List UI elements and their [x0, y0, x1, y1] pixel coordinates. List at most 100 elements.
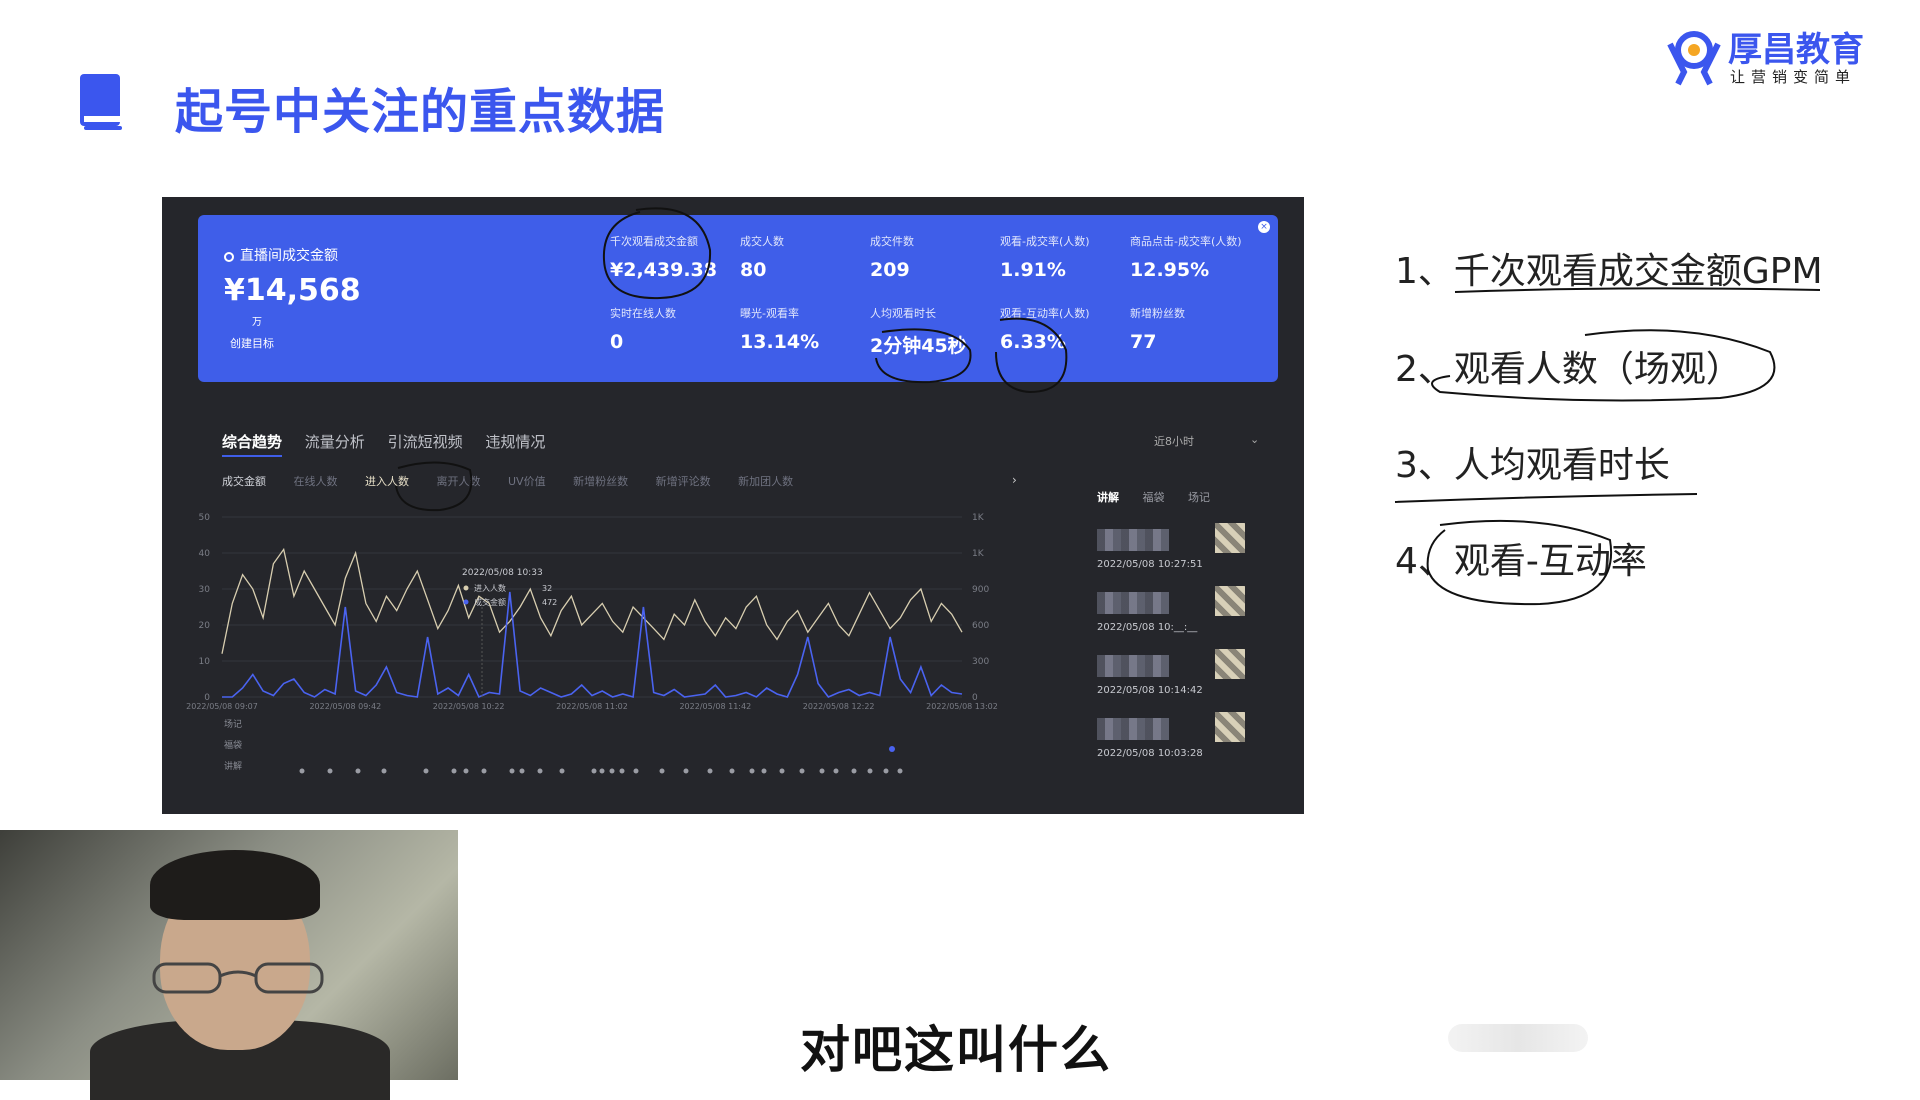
- tab-violations[interactable]: 违规情况: [485, 433, 545, 451]
- blurred-product-image: [1215, 586, 1245, 616]
- glasses-icon: [152, 962, 324, 994]
- event-dot: [327, 768, 333, 774]
- event-dot: [897, 768, 903, 774]
- note-item-1: 1、千次观看成交金额GPM: [1395, 251, 1823, 292]
- subtitle-caption: 对吧这叫什么: [800, 1021, 1112, 1079]
- metric-label: 实时在线人数: [610, 307, 676, 320]
- y-right-tick-label: 1K: [972, 549, 985, 559]
- blurred-product-image: [1215, 649, 1245, 679]
- event-row-label: 场记: [224, 719, 242, 730]
- side-tab-record[interactable]: 场记: [1188, 491, 1210, 504]
- x-tick-label: 2022/05/08 11:42: [679, 702, 751, 711]
- x-tick-label: 2022/05/08 11:02: [556, 702, 628, 711]
- metric-value: 77: [1130, 331, 1157, 353]
- metric-value: 13.14%: [740, 331, 820, 353]
- event-dot-lucky-bag: [889, 746, 895, 752]
- legend-item[interactable]: 成交金额: [222, 475, 266, 488]
- tooltip-dot: [463, 585, 469, 591]
- metric-gpm: 千次观看成交金额 ¥2,439.38: [610, 233, 717, 281]
- legend-item[interactable]: 新加团人数: [738, 475, 793, 488]
- gmv-unit: 万: [252, 317, 262, 328]
- y-right-tick-label: 900: [972, 585, 989, 595]
- event-dot: [481, 768, 487, 774]
- event-dot: [299, 768, 305, 774]
- legend-item[interactable]: 在线人数: [294, 475, 338, 488]
- blurred-thumbnail: [1097, 655, 1169, 677]
- tab-short-video[interactable]: 引流短视频: [388, 433, 463, 451]
- metric-label: 成交人数: [740, 235, 784, 248]
- side-list-item[interactable]: 2022/05/08 10:27:51: [1097, 523, 1297, 589]
- blurred-watermark: [1448, 1024, 1588, 1052]
- event-dot: [609, 768, 615, 774]
- event-dot: [761, 768, 767, 774]
- metric-online: 实时在线人数 0: [610, 305, 676, 353]
- event-dot: [591, 768, 597, 774]
- tooltip-label: 成交金额: [474, 597, 506, 607]
- metric-label: 成交件数: [870, 235, 914, 248]
- side-item-time: 2022/05/08 10:14:42: [1097, 685, 1203, 696]
- metric-value: 0: [610, 331, 624, 353]
- underline-watchtime: [1394, 493, 1698, 503]
- create-target-link[interactable]: 创建目标: [230, 335, 274, 351]
- gmv-label-text: 直播间成交金额: [240, 248, 338, 264]
- y-right-tick-label: 600: [972, 621, 989, 631]
- metric-value: 2分钟45秒: [870, 335, 967, 357]
- y-tick-label: 20: [199, 621, 211, 631]
- legend-item[interactable]: 进入人数: [365, 475, 409, 488]
- event-dot: [463, 768, 469, 774]
- event-dot: [599, 768, 605, 774]
- tooltip-dot: [463, 599, 469, 605]
- x-tick-label: 2022/05/08 09:42: [309, 702, 381, 711]
- event-row-label: 福袋: [224, 739, 242, 751]
- legend-item[interactable]: 离开人数: [437, 475, 481, 488]
- event-dot: [519, 768, 525, 774]
- tooltip-value: 32: [542, 584, 552, 593]
- event-dot: [729, 768, 735, 774]
- legend-item[interactable]: UV价值: [508, 475, 546, 488]
- legend-item[interactable]: 新增评论数: [656, 475, 711, 488]
- event-dot: [659, 768, 665, 774]
- metric-new-fans: 新增粉丝数 77: [1130, 305, 1185, 353]
- event-dot: [355, 768, 361, 774]
- slide-title: 起号中关注的重点数据: [175, 84, 666, 140]
- metric-value: 209: [870, 259, 910, 281]
- metric-buyers: 成交人数 80: [740, 233, 784, 281]
- tab-traffic[interactable]: 流量分析: [305, 433, 365, 451]
- side-tab-explain[interactable]: 讲解: [1097, 491, 1119, 504]
- side-tab-lucky-bag[interactable]: 福袋: [1143, 491, 1165, 504]
- y-right-tick-label: 1K: [972, 513, 985, 523]
- metric-value: ¥2,439.38: [610, 259, 717, 281]
- metric-label: 新增粉丝数: [1130, 307, 1185, 320]
- close-icon[interactable]: ×: [1258, 221, 1270, 233]
- x-tick-label: 2022/05/08 10:22: [433, 702, 505, 711]
- event-dot: [749, 768, 755, 774]
- event-dot: [537, 768, 543, 774]
- event-dot: [619, 768, 625, 774]
- x-tick-label: 2022/05/08 13:02: [926, 702, 998, 711]
- chevron-right-icon[interactable]: ›: [1012, 473, 1017, 487]
- chevron-down-icon[interactable]: ⌄: [1250, 433, 1259, 446]
- event-dot: [799, 768, 805, 774]
- side-list-item[interactable]: 2022/05/08 10:14:42: [1097, 649, 1297, 715]
- metric-items: 成交件数 209: [870, 233, 914, 281]
- metric-exposure-view: 曝光-观看率 13.14%: [740, 305, 819, 353]
- chart-legend: 成交金额 在线人数 进入人数 离开人数 UV价值 新增粉丝数 新增评论数 新加团…: [222, 473, 817, 489]
- side-item-time: 2022/05/08 10:03:28: [1097, 748, 1203, 759]
- note-item-2: 2、观看人数（场观）: [1395, 349, 1742, 390]
- metric-click-conversion: 商品点击-成交率(人数) 12.95%: [1130, 233, 1242, 281]
- metric-label: 人均观看时长: [870, 307, 936, 320]
- side-list-item[interactable]: 2022/05/08 10:03:28: [1097, 712, 1297, 778]
- event-dot: [509, 768, 515, 774]
- event-dot: [867, 768, 873, 774]
- x-tick-label: 2022/05/08 09:07: [186, 702, 258, 711]
- blurred-product-image: [1215, 712, 1245, 742]
- tab-overall-trend[interactable]: 综合趋势: [222, 433, 283, 457]
- side-list-item[interactable]: 2022/05/08 10:__:__: [1097, 586, 1297, 652]
- legend-item[interactable]: 新增粉丝数: [573, 475, 628, 488]
- event-dot: [423, 768, 429, 774]
- metric-value: 80: [740, 259, 767, 281]
- gmv-value: ¥14,568: [224, 273, 361, 308]
- note-item-4: 4、观看-互动率: [1395, 541, 1647, 582]
- tooltip-value: 472: [542, 598, 557, 607]
- time-range-select[interactable]: 近8小时: [1154, 433, 1194, 449]
